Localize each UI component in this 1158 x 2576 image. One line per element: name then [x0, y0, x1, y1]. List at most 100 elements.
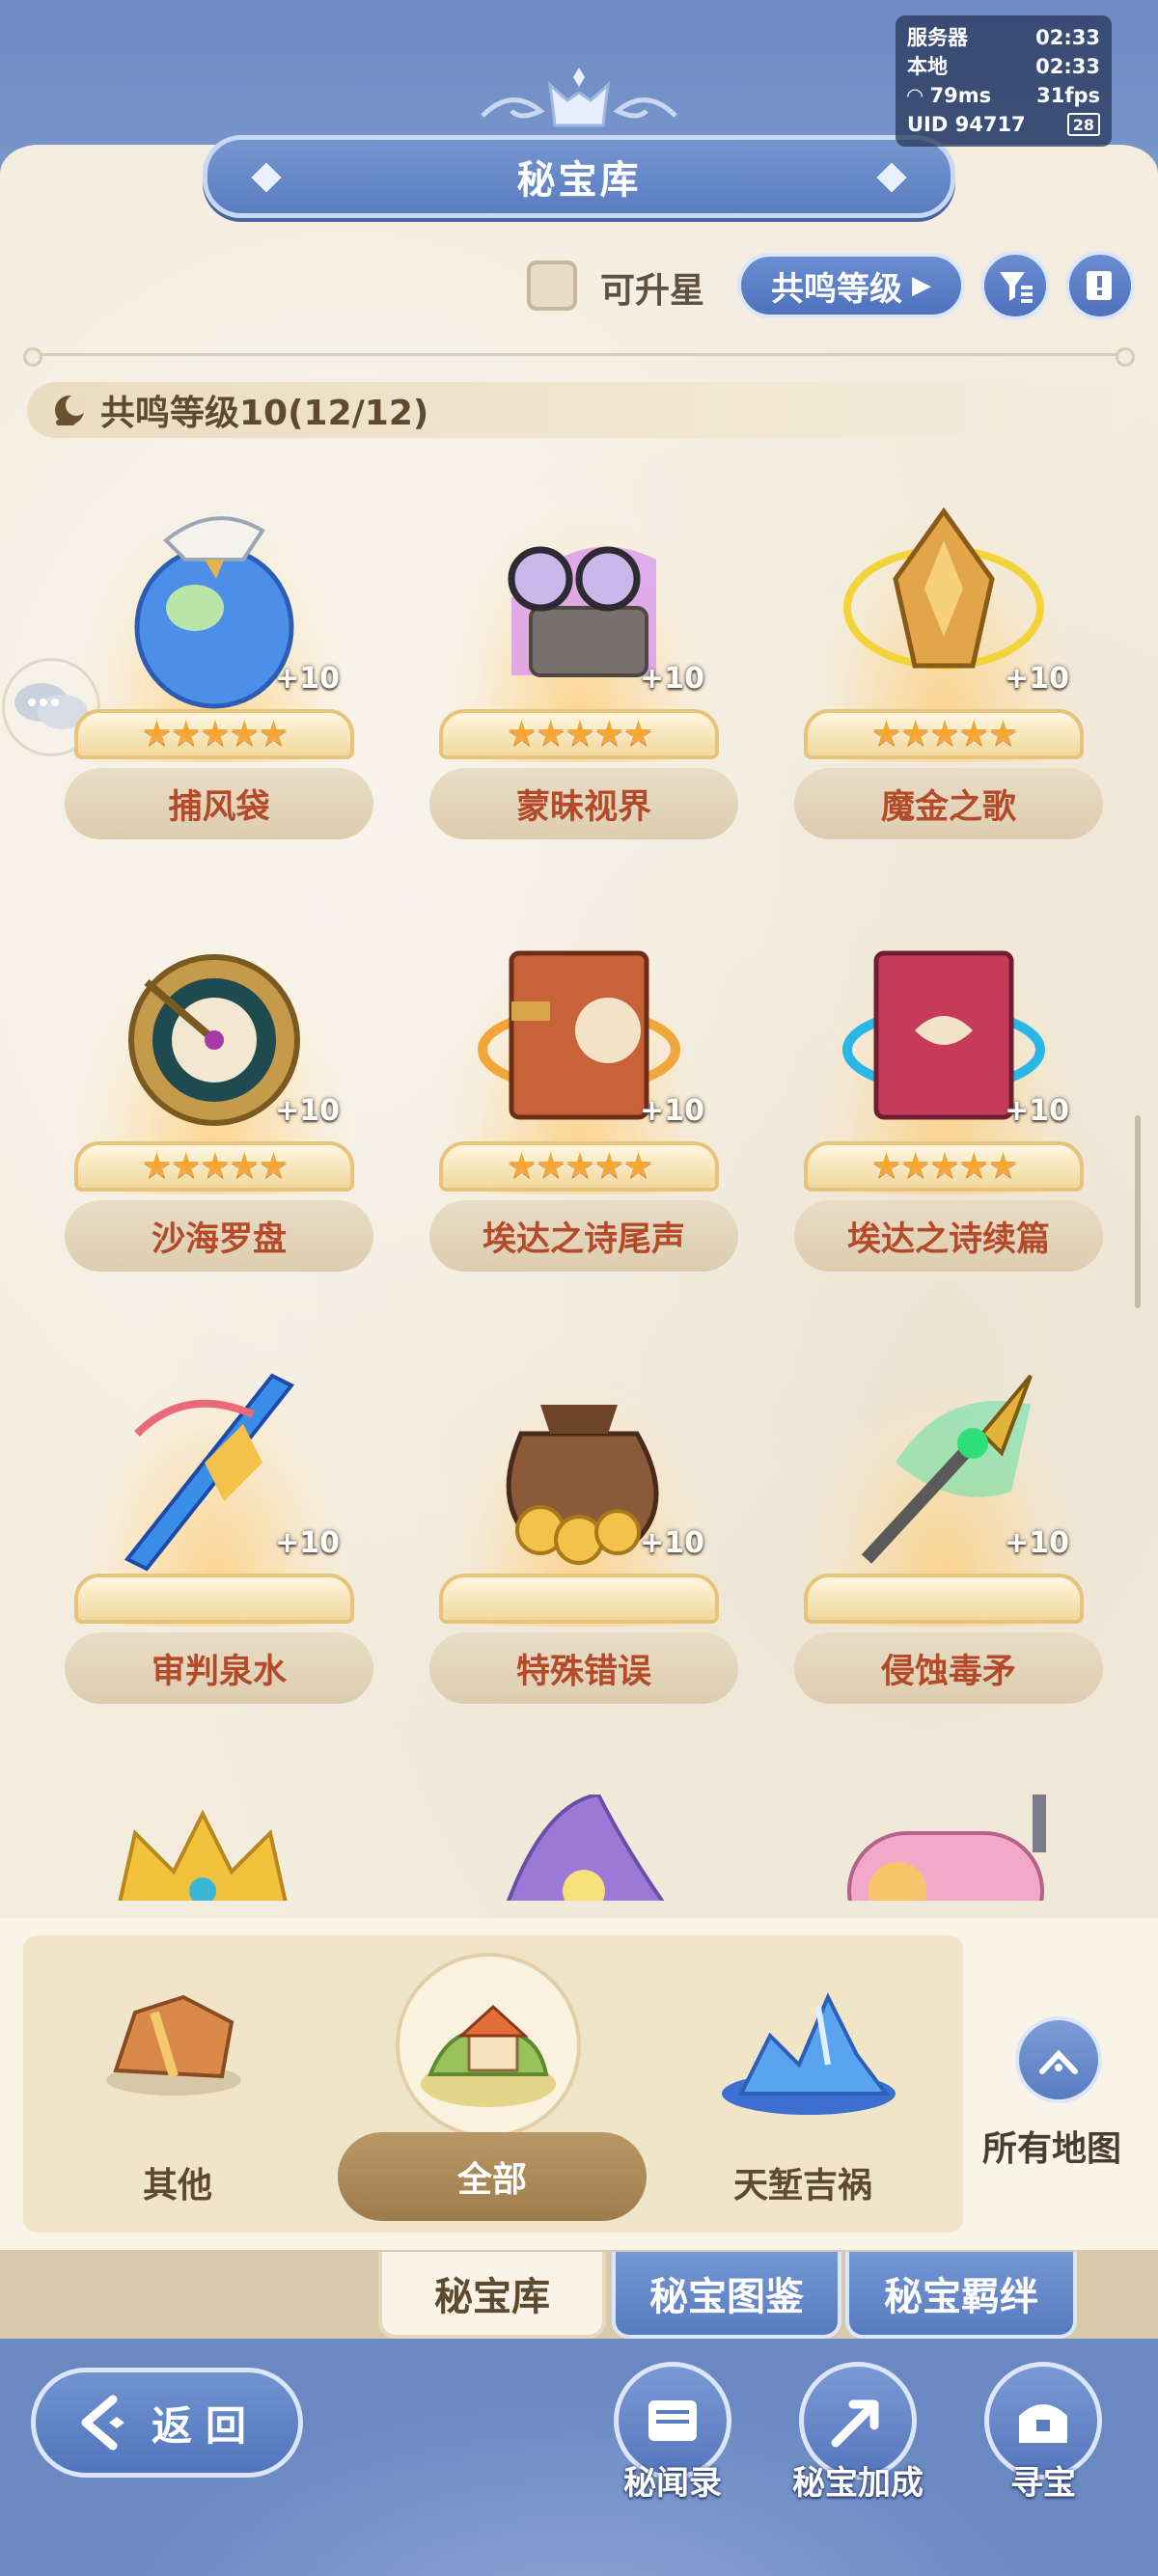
star-rating: ★★★★★	[141, 714, 289, 754]
treasure-card[interactable]: ★★★★★ +10 埃达之诗尾声	[415, 905, 743, 1310]
ornament-icon	[251, 162, 282, 193]
network-status-panel: 服务器 02:33 本地 02:33 ◠ 79ms 31fps UID 94717 28	[896, 15, 1112, 147]
treasure-card[interactable]: +10 特殊错误	[415, 1337, 743, 1742]
region-all[interactable]	[392, 1939, 585, 2138]
resonance-level-header: 共鸣等级10(12/12)	[27, 382, 1131, 438]
item-name-plate: 沙海罗盘	[65, 1200, 373, 1272]
ping-readout: ◠ 79ms	[907, 81, 991, 110]
star-rating: ★★★★★	[870, 714, 1018, 754]
all-maps-button[interactable]	[1015, 2016, 1102, 2103]
item-name: 蒙昧视界	[515, 787, 651, 827]
item-name-plate: 埃达之诗续篇	[794, 1200, 1103, 1272]
region-tianqian-label: 天堑吉祸	[733, 2166, 873, 2206]
ping-value: 79ms	[929, 84, 992, 107]
treasure-card[interactable]: ★★★★★ +10 捕风袋	[50, 473, 378, 878]
fps-value: 31fps	[1036, 84, 1100, 107]
item-name: 埃达之诗续篇	[846, 1219, 1050, 1259]
server-time: 02:33	[1035, 26, 1100, 49]
server-label: 服务器	[907, 26, 968, 49]
enhance-level: +10	[1005, 1094, 1069, 1128]
item-name-plate: 捕风袋	[65, 768, 373, 839]
list-scrollbar[interactable]	[1135, 1115, 1141, 1308]
region-all-label: 全部	[456, 2160, 527, 2200]
star-rating: ★★★★★	[141, 1146, 289, 1186]
item-name-plate: 侵蚀毒矛	[794, 1632, 1103, 1704]
back-label: 返回	[151, 2401, 260, 2450]
item-name: 侵蚀毒矛	[880, 1652, 1016, 1691]
treasure-boost-label: 秘宝加成	[792, 2464, 924, 2503]
resonance-level-label: 共鸣等级10(12/12)	[100, 394, 429, 433]
island-house-icon	[396, 1953, 581, 2138]
secret-records-button[interactable]: 秘闻录	[610, 2362, 735, 2507]
sort-by-resonance-button[interactable]: 共鸣等级 ▶	[737, 253, 965, 318]
treasure-hunt-button[interactable]: 寻宝	[980, 2362, 1106, 2507]
all-maps-label: 所有地图	[982, 2129, 1122, 2169]
ice-crystal-icon	[722, 1992, 896, 2115]
chevron-up-icon	[1039, 2049, 1078, 2074]
star-rating: ★★★★★	[870, 1146, 1018, 1186]
region-tianqian[interactable]	[712, 1987, 905, 2132]
tab-treasure-codex[interactable]: 秘宝图鉴	[612, 2252, 841, 2339]
enhance-level: +10	[1005, 1526, 1069, 1560]
treasure-card[interactable]: +10 侵蚀毒矛	[780, 1337, 1108, 1742]
item-name-plate: 蒙昧视界	[429, 768, 738, 839]
pink-cannon-icon	[847, 1795, 1046, 1901]
item-name: 审判泉水	[151, 1652, 287, 1691]
item-name: 魔金之歌	[880, 787, 1016, 827]
guide-button[interactable]	[1065, 251, 1135, 320]
local-time: 02:33	[1035, 55, 1100, 78]
star-rating: ★★★★★	[506, 714, 653, 754]
item-pedestal	[439, 1574, 719, 1624]
item-name-plate: 魔金之歌	[794, 768, 1103, 839]
golden-crown-icon	[118, 1809, 288, 1901]
treasure-card[interactable]: ★★★★★ +10 埃达之诗续篇	[780, 905, 1108, 1310]
tab-treasure-bonds[interactable]: 秘宝羁绊	[845, 2252, 1077, 2339]
treasure-card[interactable]: ★★★★★ +10 魔金之歌	[780, 473, 1108, 878]
item-name-plate: 审判泉水	[65, 1632, 373, 1704]
item-name: 特殊错误	[515, 1652, 651, 1691]
local-label: 本地	[907, 55, 948, 78]
enhance-level: +10	[275, 1526, 340, 1560]
enhance-level: +10	[640, 1526, 704, 1560]
star-rating: ★★★★★	[506, 1146, 653, 1186]
cliff-icon	[106, 1994, 241, 2096]
enhance-level: +10	[640, 1094, 704, 1128]
enhance-level: +10	[275, 662, 340, 696]
treasure-card[interactable]: ★★★★★ +10 沙海罗盘	[50, 905, 378, 1310]
back-arrow-icon	[81, 2395, 124, 2451]
item-pedestal	[804, 1574, 1084, 1624]
region-other[interactable]	[96, 1984, 261, 2128]
ornament-icon	[876, 162, 907, 193]
region-other-label: 其他	[143, 2166, 213, 2206]
book-icon	[1087, 271, 1112, 300]
sort-arrow-icon: ▶	[912, 271, 931, 300]
enhance-level: +10	[1005, 662, 1069, 696]
item-name: 捕风袋	[168, 787, 270, 827]
uid-label: UID 94717	[907, 113, 1026, 136]
section-divider	[23, 347, 1135, 367]
sort-label: 共鸣等级	[771, 269, 902, 309]
treasure-card[interactable]: ★★★★★ +10 蒙昧视界	[415, 473, 743, 878]
item-name-plate: 特殊错误	[429, 1632, 738, 1704]
enhance-level: +10	[640, 662, 704, 696]
treasure-boost-button[interactable]: 秘宝加成	[792, 2362, 924, 2507]
treasure-card[interactable]: +10 审判泉水	[50, 1337, 378, 1742]
tab-treasure-vault[interactable]: 秘宝库	[378, 2252, 606, 2339]
upgradable-checkbox[interactable]	[527, 260, 577, 311]
filter-button[interactable]	[980, 251, 1050, 320]
back-button[interactable]: 返回	[31, 2368, 303, 2478]
treasure-hunt-label: 寻宝	[1010, 2464, 1076, 2503]
upgradable-label: 可升星	[600, 271, 705, 311]
region-all-selected[interactable]: 全部	[338, 2132, 647, 2221]
partial-item-row	[0, 1775, 1158, 1901]
purple-hat-icon	[507, 1795, 665, 1901]
filter-icon	[1000, 272, 1033, 303]
item-name-plate: 埃达之诗尾声	[429, 1200, 738, 1272]
wifi-icon: ◠	[907, 84, 930, 107]
resonance-moon-icon	[55, 395, 87, 425]
enhance-level: +10	[275, 1094, 340, 1128]
item-name: 埃达之诗尾声	[482, 1219, 685, 1259]
battery-icon: 28	[1066, 113, 1100, 136]
cat-crest-icon	[481, 68, 677, 127]
page-title-bar: 秘宝库	[203, 135, 955, 218]
